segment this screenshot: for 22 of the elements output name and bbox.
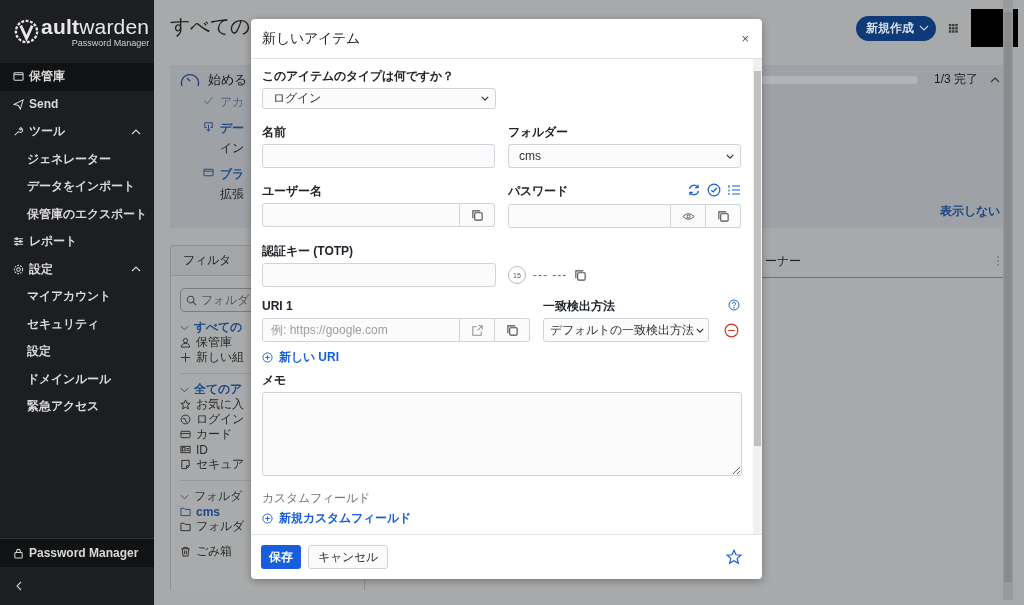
field-label: メモ [262,373,287,388]
section-label: カスタムフィールド [262,489,371,507]
dialog-title: 新しいアイテム [262,29,360,48]
field-label: 認証キー (TOTP) [262,244,355,259]
field-label: 一致検出方法 [543,299,616,314]
field-label: フォルダー [508,125,569,140]
totp-code: --- --- [533,268,568,283]
filter-title: フィルタ [183,252,231,269]
field-label: 名前 [262,125,287,140]
column-header: ーナー [765,252,801,270]
progress-text: 1/3 完了 [934,71,978,88]
logo-subtitle: Password Manager [71,37,150,48]
task-title: アカ [220,94,244,111]
field-label: パスワード [508,184,568,199]
onboarding-title: 始める [208,70,247,89]
task-description: 拡張 [220,186,244,203]
page-title: すべての [170,13,250,39]
task-description: イン [220,140,244,157]
logo-wordmark: aultwarden [41,15,150,38]
field-label: ユーザー名 [262,184,323,199]
field-label: このアイテムのタイプは何ですか？ [262,69,455,83]
field-label: URI 1 [262,299,294,314]
